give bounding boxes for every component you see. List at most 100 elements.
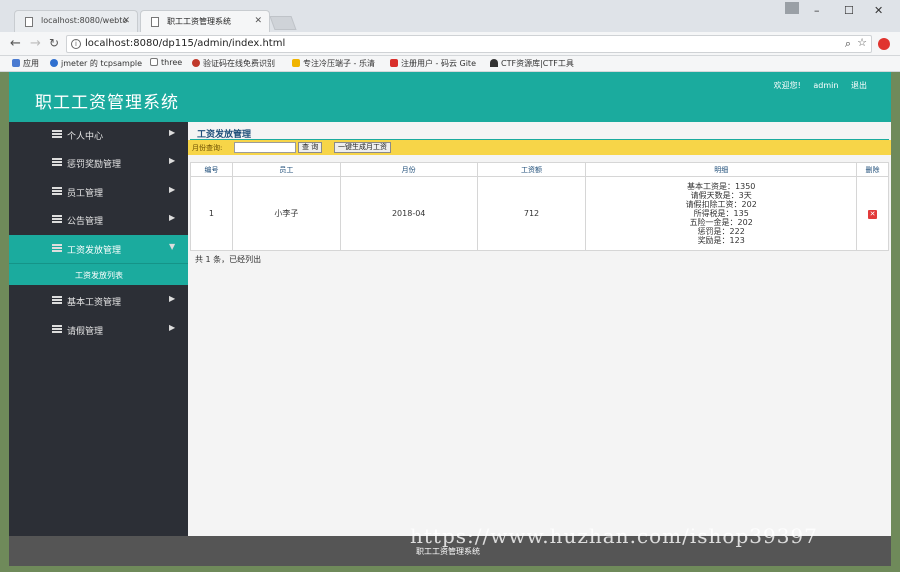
- zoom-icon[interactable]: ⌕: [845, 37, 851, 51]
- bookmark-item[interactable]: three: [150, 58, 182, 67]
- site-icon: [192, 59, 200, 67]
- browser-tab-2[interactable]: 职工工资管理系统 ✕: [140, 10, 270, 32]
- menu-icon: [52, 215, 62, 223]
- menu-icon: [52, 325, 62, 333]
- delete-icon[interactable]: ✕: [868, 209, 877, 219]
- address-toolbar: ← → ↻ i localhost:8080/dp115/admin/index…: [0, 32, 900, 56]
- bookmark-apps[interactable]: 应用: [12, 58, 39, 69]
- extension-icon[interactable]: [878, 38, 890, 50]
- bookmark-label: 注册用户 - 码云 Gite: [401, 59, 476, 68]
- cell-details: 基本工资是：1350 请假天数是：3天 请假扣除工资：202 所得税是：135 …: [585, 176, 857, 251]
- col-id-header: 编号: [190, 162, 233, 177]
- forward-icon[interactable]: →: [30, 36, 41, 51]
- profile-icon[interactable]: [785, 2, 799, 14]
- sidebar-item-label: 工资发放管理: [67, 246, 122, 256]
- bookmark-label: 验证码在线免费识别: [203, 59, 275, 68]
- star-icon[interactable]: ☆: [857, 36, 867, 49]
- menu-icon: [52, 187, 62, 195]
- menu-icon: [52, 244, 62, 252]
- bookmark-item[interactable]: jmeter 的 tcpsample: [50, 58, 142, 69]
- apps-grid-icon: [12, 59, 20, 67]
- sidebar-item-base-salary[interactable]: 基本工资管理 ▶: [9, 288, 188, 314]
- table-row: 1 小李子 2018-04 712 基本工资是：1350 请假天数是：3天 请假…: [190, 176, 889, 251]
- sidebar-item-rewards-penalties[interactable]: 惩罚奖励管理 ▶: [9, 150, 188, 176]
- sidebar-item-employees[interactable]: 员工管理 ▶: [9, 179, 188, 205]
- detail-leave-days: 请假天数是：3天: [690, 191, 752, 200]
- query-button[interactable]: 查 询: [298, 142, 323, 153]
- page-icon: [150, 58, 158, 66]
- sidebar: 个人中心 ▶ 惩罚奖励管理 ▶ 员工管理 ▶ 公告管理 ▶ 工资发放管理 ▼ 工…: [9, 122, 188, 536]
- menu-icon: [52, 158, 62, 166]
- month-search-input[interactable]: [234, 142, 296, 153]
- bookmark-label: jmeter 的 tcpsample: [61, 59, 143, 68]
- welcome-text: 欢迎您!: [773, 81, 801, 90]
- close-icon[interactable]: ✕: [122, 16, 130, 26]
- salary-table: 编号 员工 月份 工资额 明细 删除 1 小李子 2018-04 712 基本工…: [190, 162, 889, 251]
- username-link[interactable]: admin: [813, 81, 838, 90]
- app-title: 职工工资管理系统: [35, 93, 179, 113]
- minimize-icon[interactable]: –: [814, 4, 820, 17]
- sidebar-item-personal-center[interactable]: 个人中心 ▶: [9, 122, 188, 148]
- bookmark-item[interactable]: 注册用户 - 码云 Gite: [390, 58, 476, 69]
- bookmark-label: 应用: [23, 59, 39, 68]
- sidebar-item-leave[interactable]: 请假管理 ▶: [9, 317, 188, 343]
- col-details-header: 明细: [585, 162, 857, 177]
- bookmarks-bar: 应用 jmeter 的 tcpsample three 验证码在线免费识别 专注…: [0, 56, 900, 72]
- maximize-icon[interactable]: ☐: [844, 4, 854, 17]
- cell-month: 2018-04: [339, 176, 478, 251]
- cell-id: 1: [190, 176, 233, 251]
- detail-reward: 奖励是：123: [697, 236, 745, 245]
- sidebar-item-label: 公告管理: [67, 217, 104, 227]
- detail-base-salary: 基本工资是：1350: [687, 182, 756, 191]
- bookmark-label: 专注冷压端子 - 乐清: [303, 59, 375, 68]
- tab-title: 职工工资管理系统: [167, 17, 231, 26]
- sidebar-item-notices[interactable]: 公告管理 ▶: [9, 207, 188, 233]
- tab-title: localhost:8080/webto: [41, 16, 128, 25]
- reload-icon[interactable]: ↻: [49, 36, 59, 50]
- chevron-down-icon: ▼: [169, 242, 176, 251]
- sidebar-item-label: 员工管理: [67, 189, 104, 199]
- browser-tab-1[interactable]: localhost:8080/webto ✕: [14, 10, 138, 32]
- record-summary: 共 1 条，已经列出: [195, 255, 262, 264]
- sidebar-item-label: 个人中心: [67, 132, 104, 142]
- search-bar: 月份查询: 查 询 一键生成月工资: [188, 140, 891, 155]
- url-text: localhost:8080/dp115/admin/index.html: [85, 38, 286, 49]
- page-icon: [25, 17, 33, 27]
- close-icon[interactable]: ✕: [254, 16, 262, 26]
- url-input[interactable]: i localhost:8080/dp115/admin/index.html …: [66, 35, 872, 53]
- bookmark-label: three: [161, 58, 183, 67]
- sidebar-subitem-label: 工资发放列表: [75, 271, 123, 280]
- info-icon[interactable]: i: [71, 39, 81, 49]
- gitee-icon: [390, 59, 398, 67]
- back-icon[interactable]: ←: [10, 36, 21, 51]
- detail-income-tax: 所得税是：135: [693, 209, 749, 218]
- site-icon: [292, 59, 300, 67]
- menu-icon: [52, 296, 62, 304]
- cell-employee: 小李子: [231, 176, 341, 251]
- sidebar-item-salary-payment[interactable]: 工资发放管理 ▼: [9, 235, 188, 263]
- generate-salary-button[interactable]: 一键生成月工资: [334, 142, 391, 153]
- col-employee-header: 员工: [231, 162, 341, 177]
- main-content: 工资发放管理 月份查询: 查 询 一键生成月工资 编号 员工 月份 工资额 明细…: [188, 122, 891, 536]
- cell-delete: ✕: [856, 176, 889, 251]
- detail-penalty: 惩罚是：222: [697, 227, 745, 236]
- page-icon: [151, 17, 159, 27]
- watermark-text: https://www.huzhan.com/ishop39397: [410, 524, 818, 548]
- bookmark-item[interactable]: 专注冷压端子 - 乐清: [292, 58, 375, 69]
- month-search-label: 月份查询:: [192, 144, 223, 152]
- app-header: 职工工资管理系统 欢迎您! admin 退出: [9, 72, 891, 122]
- logout-link[interactable]: 退出: [851, 81, 867, 90]
- new-tab-button[interactable]: [269, 16, 297, 30]
- person-icon: [490, 59, 498, 67]
- cell-amount: 712: [476, 176, 587, 251]
- window-close-icon[interactable]: ✕: [874, 4, 883, 17]
- bookmark-item[interactable]: CTF资源库|CTF工具: [490, 58, 574, 69]
- header-links: 欢迎您! admin 退出: [764, 80, 867, 91]
- col-amount-header: 工资额: [476, 162, 587, 177]
- chevron-right-icon: ▶: [169, 294, 176, 303]
- sidebar-item-label: 惩罚奖励管理: [67, 160, 122, 170]
- chevron-right-icon: ▶: [169, 185, 176, 194]
- sidebar-subitem-salary-list[interactable]: 工资发放列表: [9, 263, 188, 285]
- bookmark-item[interactable]: 验证码在线免费识别: [192, 58, 275, 69]
- sidebar-item-label: 基本工资管理: [67, 298, 122, 308]
